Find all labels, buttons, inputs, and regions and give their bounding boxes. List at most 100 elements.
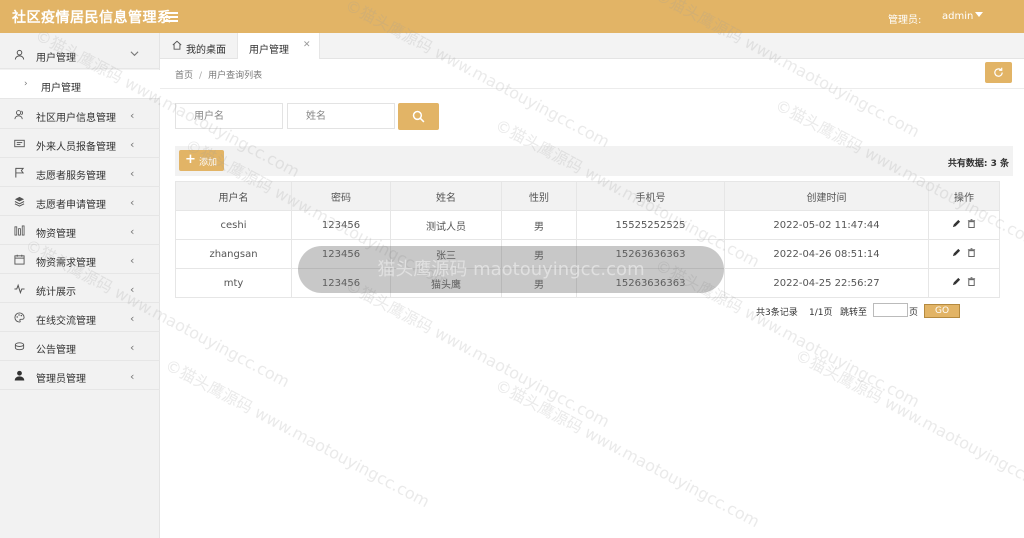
name-search-input[interactable] xyxy=(287,103,395,129)
sidebar-item-announcements[interactable]: 公告管理 ‹ xyxy=(0,332,160,361)
sidebar-item-volunteer-application[interactable]: 志愿者申请管理 ‹ xyxy=(0,187,160,216)
chevron-left-icon: ‹ xyxy=(130,109,135,122)
top-bar: 社区疫情居民信息管理系 管理员: admin xyxy=(0,0,1024,33)
sidebar-item-supplies[interactable]: 物资管理 ‹ xyxy=(0,216,160,245)
cell-username: mty xyxy=(175,268,292,298)
cell-actions xyxy=(928,268,1000,298)
chevron-left-icon: ‹ xyxy=(130,370,135,383)
chevron-left-icon: ‹ xyxy=(130,138,135,151)
page-jump-input[interactable] xyxy=(873,303,908,317)
total-count: 共有数据: 3 条 xyxy=(947,159,1009,169)
sidebar-item-label: 外来人员报备管理 xyxy=(36,142,116,153)
sidebar-item-label: 社区用户信息管理 xyxy=(36,113,116,124)
cell-username: zhangsan xyxy=(175,239,292,269)
cell-phone: 15263636363 xyxy=(576,268,725,298)
sidebar-item-label: 物资需求管理 xyxy=(36,258,96,269)
delete-icon[interactable] xyxy=(967,248,976,257)
cell-gender: 男 xyxy=(501,210,577,240)
cell-phone: 15525252525 xyxy=(576,210,725,240)
bars-icon xyxy=(14,225,25,236)
sidebar-item-community-users[interactable]: 社区用户信息管理 ‹ xyxy=(0,100,160,129)
caret-down-icon[interactable] xyxy=(975,12,983,17)
table-row: zhangsan 123456 张三 男 15263636363 2022-04… xyxy=(175,239,1000,269)
cell-username: ceshi xyxy=(175,210,292,240)
chevron-down-icon xyxy=(130,51,139,57)
cell-actions xyxy=(928,210,1000,240)
edit-icon[interactable] xyxy=(952,277,961,286)
divider xyxy=(160,88,1024,89)
pulse-icon xyxy=(14,283,25,294)
breadcrumb-current: 用户查询列表 xyxy=(208,71,263,81)
sidebar-subitem-user-management[interactable]: › 用户管理 xyxy=(0,70,160,99)
watermark-text: ©猫头鹰源码 www.maotouyingcc.com xyxy=(792,345,1024,502)
tab-label: 用户管理 xyxy=(249,45,289,56)
column-header: 姓名 xyxy=(390,181,502,211)
sidebar-item-volunteer-service[interactable]: 志愿者服务管理 ‹ xyxy=(0,158,160,187)
person-icon xyxy=(14,370,25,381)
username-search-input[interactable] xyxy=(175,103,283,129)
coins-icon xyxy=(14,342,25,351)
sidebar: 用户管理 › 用户管理 社区用户信息管理 ‹ 外来人员报备管理 ‹ 志愿者服务管… xyxy=(0,33,160,538)
sidebar-item-user-management[interactable]: 用户管理 xyxy=(0,40,160,69)
cell-created-at: 2022-05-02 11:47:44 xyxy=(724,210,929,240)
sidebar-item-label: 志愿者申请管理 xyxy=(36,200,106,211)
plus-icon: + xyxy=(185,152,196,167)
watermark-text: ©猫头鹰源码 www.maotouyingcc.com xyxy=(162,355,433,512)
column-header: 用户名 xyxy=(175,181,292,211)
delete-icon[interactable] xyxy=(967,277,976,286)
breadcrumb-home-link[interactable]: 首页 xyxy=(175,71,193,81)
sidebar-item-label: 公告管理 xyxy=(36,345,76,356)
edit-icon[interactable] xyxy=(952,219,961,228)
flag-icon xyxy=(15,167,25,178)
chevron-left-icon: ‹ xyxy=(130,167,135,180)
chevron-left-icon: ‹ xyxy=(130,225,135,238)
go-button[interactable]: GO xyxy=(924,304,960,318)
calendar-icon xyxy=(14,254,25,265)
palette-icon xyxy=(14,312,25,323)
table-row: ceshi 123456 测试人员 男 15525252525 2022-05-… xyxy=(175,210,1000,240)
cell-gender: 男 xyxy=(501,239,577,269)
delete-icon[interactable] xyxy=(967,219,976,228)
sidebar-item-label: 在线交流管理 xyxy=(36,316,96,327)
column-header: 操作 xyxy=(928,181,1000,211)
table-toolbar: + 添加 共有数据: 3 条 xyxy=(175,146,1013,176)
menu-toggle-icon[interactable] xyxy=(165,11,178,22)
sidebar-item-admin-management[interactable]: 管理员管理 ‹ xyxy=(0,361,160,390)
sidebar-item-supply-demand[interactable]: 物资需求管理 ‹ xyxy=(0,245,160,274)
cell-password: 123456 xyxy=(291,239,391,269)
pager-pages: 1/1页 xyxy=(809,308,833,318)
home-icon xyxy=(172,40,182,50)
cell-phone: 15263636363 xyxy=(576,239,725,269)
sidebar-item-label: 志愿者服务管理 xyxy=(36,171,106,182)
chevron-left-icon: ‹ xyxy=(130,283,135,296)
table-row: mty 123456 猫头鹰 男 15263636363 2022-04-25 … xyxy=(175,268,1000,298)
tab-label: 我的桌面 xyxy=(186,45,226,56)
add-button[interactable]: + 添加 xyxy=(179,150,224,171)
cell-created-at: 2022-04-26 08:51:14 xyxy=(724,239,929,269)
sidebar-item-statistics[interactable]: 统计展示 ‹ xyxy=(0,274,160,303)
search-button[interactable] xyxy=(398,103,439,130)
pager-page-unit: 页 xyxy=(909,308,919,318)
search-icon xyxy=(412,110,425,123)
sidebar-item-online-chat[interactable]: 在线交流管理 ‹ xyxy=(0,303,160,332)
cell-name: 测试人员 xyxy=(390,210,502,240)
table-header-row: 用户名 密码 姓名 性别 手机号 创建时间 操作 xyxy=(175,181,1000,211)
cell-gender: 男 xyxy=(501,268,577,298)
tab-user-management[interactable]: 用户管理 ✕ xyxy=(237,33,320,59)
chevron-left-icon: ‹ xyxy=(130,312,135,325)
admin-label: 管理员: xyxy=(888,15,922,26)
column-header: 创建时间 xyxy=(724,181,929,211)
refresh-button[interactable] xyxy=(985,62,1012,83)
chevron-right-icon: › xyxy=(24,79,28,89)
admin-name-dropdown[interactable]: admin xyxy=(942,11,973,22)
pager-records: 共3条记录 xyxy=(756,308,798,318)
users-icon xyxy=(14,110,23,120)
cell-created-at: 2022-04-25 22:56:27 xyxy=(724,268,929,298)
tab-home[interactable]: 我的桌面 xyxy=(160,33,237,59)
chevron-left-icon: ‹ xyxy=(130,254,135,267)
edit-icon[interactable] xyxy=(952,248,961,257)
close-icon[interactable]: ✕ xyxy=(303,40,311,50)
cell-password: 123456 xyxy=(291,268,391,298)
id-card-icon xyxy=(14,139,25,148)
sidebar-item-visitor-report[interactable]: 外来人员报备管理 ‹ xyxy=(0,129,160,158)
